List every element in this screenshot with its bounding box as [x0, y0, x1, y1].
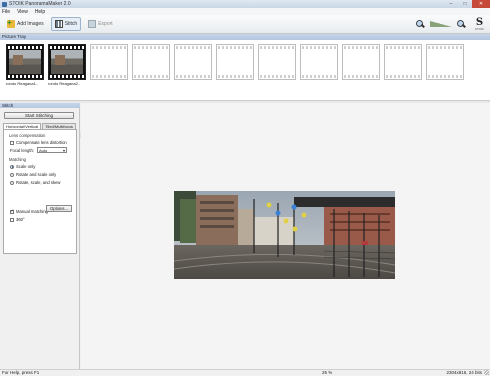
tray-thumbnail[interactable] [216, 44, 254, 86]
tray-thumbnail[interactable] [426, 44, 464, 86]
focal-length-select[interactable]: Auto [36, 147, 67, 153]
start-stitching-button[interactable]: Start Stitching [4, 112, 74, 119]
zoom-out-icon[interactable] [416, 19, 425, 29]
scale-only-row[interactable]: Scale only [10, 164, 35, 169]
zoom-controls: S STOIK [411, 16, 490, 31]
options-button[interactable]: Options... [46, 205, 72, 212]
resize-grip-icon[interactable] [484, 370, 489, 375]
panorama-preview[interactable] [174, 191, 395, 279]
lens-compensation-label: Lens compensation [9, 133, 46, 138]
zoom-slider[interactable] [430, 20, 453, 28]
stitch-label: Stitch [64, 21, 78, 27]
manual-matching-checkbox[interactable] [10, 208, 14, 214]
tray-thumbnail[interactable] [258, 44, 296, 86]
title-bar: STOIK PanoramaMaker 2.0 – □ ✕ [0, 0, 490, 8]
picture-tray: rondo Reagana1..rondo Reagana2.. ◂ ⁞ ▸ [0, 40, 490, 138]
add-images-icon [7, 18, 15, 28]
preview-canvas[interactable] [81, 103, 490, 369]
thumbnail-caption: rondo Reagana1.. [6, 81, 39, 86]
matching-label: Matching [9, 157, 26, 162]
status-help: For Help, press F1 [2, 370, 40, 375]
window-controls: – □ ✕ [444, 0, 490, 8]
thumbnail-caption: rondo Reagana2.. [48, 81, 81, 86]
thumbnail-strip: rondo Reagana1.. rondo Reagana2.. [6, 44, 468, 86]
stitch-button[interactable]: Stitch [50, 17, 82, 31]
add-images-label: Add Images [17, 21, 44, 27]
stoik-logo: S STOIK [475, 16, 484, 31]
tray-thumbnail[interactable] [384, 44, 422, 86]
status-bar: For Help, press F1 25 % 2304x815, 24 bit… [0, 369, 490, 376]
add-images-button[interactable]: Add Images [3, 17, 48, 31]
rotate-scale-skew-label: Rotate, scale, and skew [16, 180, 61, 185]
menu-help[interactable]: Help [35, 9, 45, 15]
deg360-checkbox[interactable] [10, 217, 14, 222]
stitch-panel: Start Stitching Horizontal/Vertical Tile… [0, 108, 80, 369]
stitch-icon [54, 20, 63, 28]
logo-sub: STOIK [475, 26, 484, 31]
film-frame [174, 44, 212, 80]
rotate-scale-skew-row[interactable]: Rotate, scale, and skew [10, 180, 60, 185]
tray-thumbnail[interactable]: rondo Reagana1.. [6, 44, 44, 86]
tab-content: Lens compensation Compensate lens distor… [3, 129, 77, 254]
menu-file[interactable]: File [2, 9, 10, 15]
film-frame [384, 44, 422, 80]
compensate-lens-checkbox[interactable] [10, 140, 14, 145]
film-frame [216, 44, 254, 80]
rotate-scale-skew-radio[interactable] [10, 180, 14, 185]
rotate-scale-radio[interactable] [10, 172, 14, 177]
tray-thumbnail[interactable] [132, 44, 170, 86]
minimize-button[interactable]: – [444, 0, 458, 8]
manual-matching-row[interactable]: Manual matching [10, 208, 48, 214]
thumbnail-image [51, 50, 83, 74]
film-frame [132, 44, 170, 80]
toolbar: Add Images Stitch Export S STOIK [0, 15, 490, 34]
maximize-button[interactable]: □ [458, 0, 472, 8]
scale-only-radio[interactable] [10, 164, 14, 169]
menu-bar: File View Help [0, 8, 490, 15]
compensate-lens-label: Compensate lens distortion [16, 140, 67, 145]
export-icon [88, 20, 97, 28]
film-frame [342, 44, 380, 80]
tray-thumbnail[interactable] [300, 44, 338, 86]
film-frame [90, 44, 128, 80]
focal-length-label: Focal length: [10, 147, 34, 153]
tray-thumbnail[interactable] [174, 44, 212, 86]
menu-view[interactable]: View [17, 9, 28, 15]
close-button[interactable]: ✕ [472, 0, 490, 8]
scale-only-label: Scale only [16, 164, 36, 169]
deg360-label: 360° [16, 217, 25, 222]
tray-thumbnail[interactable]: rondo Reagana2.. [48, 44, 86, 86]
film-frame [300, 44, 338, 80]
export-label: Export [98, 21, 113, 27]
rotate-scale-label: Rotate and scale only [16, 172, 57, 177]
focal-length-row: Focal length: Auto [10, 147, 67, 153]
status-image-info: 2304x815, 24 bits [446, 370, 482, 375]
status-zoom: 25 % [322, 370, 333, 375]
panorama-image [174, 191, 395, 279]
export-button[interactable]: Export [84, 17, 116, 31]
film-frame [426, 44, 464, 80]
compensate-lens-row[interactable]: Compensate lens distortion [10, 140, 67, 145]
thumbnail-image [9, 50, 41, 74]
zoom-in-icon[interactable] [457, 19, 466, 29]
rotate-scale-row[interactable]: Rotate and scale only [10, 172, 56, 177]
logo-mark: S [475, 16, 484, 28]
manual-matching-label: Manual matching [16, 209, 48, 214]
film-frame [258, 44, 296, 80]
window-title: STOIK PanoramaMaker 2.0 [9, 1, 71, 7]
app-icon [2, 1, 7, 7]
deg360-row[interactable]: 360° [10, 217, 25, 222]
tray-thumbnail[interactable] [342, 44, 380, 86]
tray-thumbnail[interactable] [90, 44, 128, 86]
